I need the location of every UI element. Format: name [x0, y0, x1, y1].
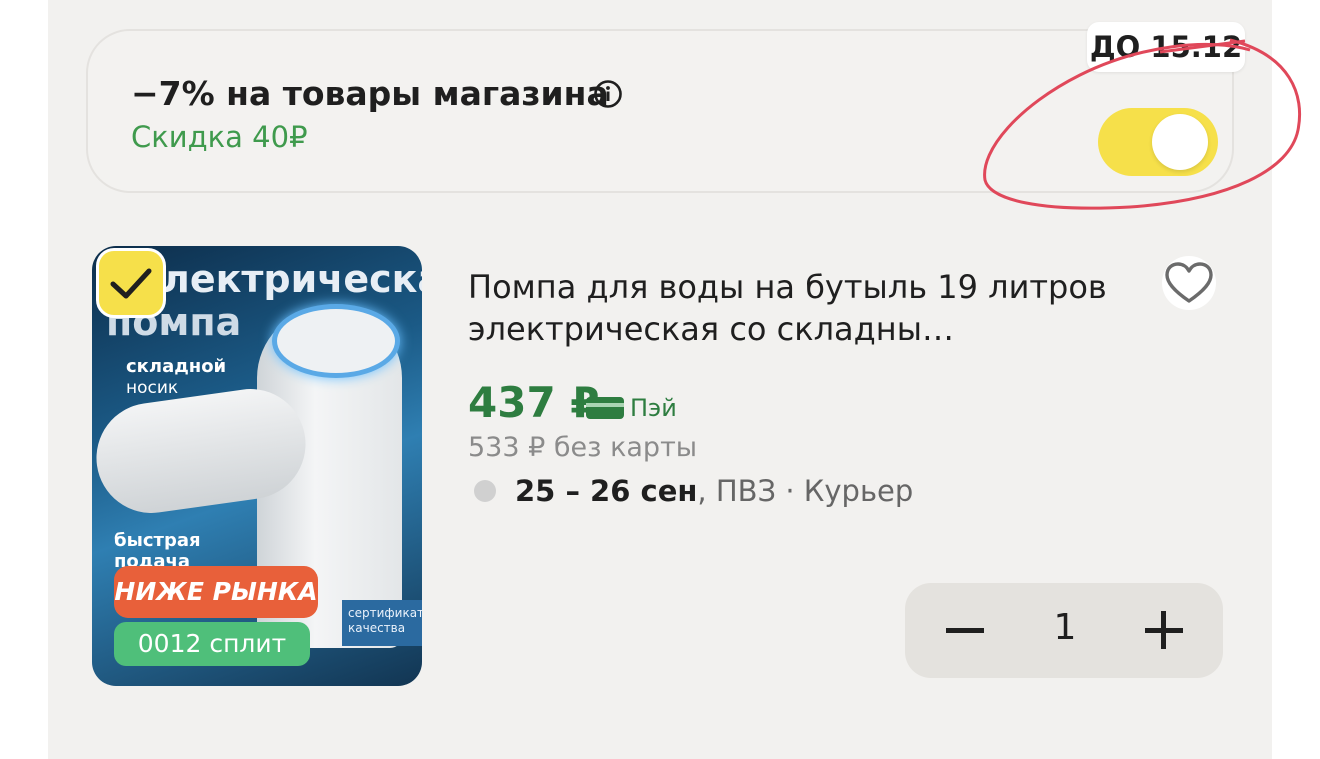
product-price: 437 ₽ — [468, 378, 600, 427]
promo-title: −7% на товары магазина — [131, 74, 609, 113]
certificate-label: сертификат качества — [342, 600, 422, 646]
delivery-status-dot — [474, 480, 496, 502]
promo-until-badge: ДО 15.12 — [1087, 22, 1245, 72]
minus-icon — [946, 628, 984, 633]
certificate-line-2: качества — [348, 621, 406, 635]
image-caption-folding: складной — [126, 356, 227, 377]
price-without-card: 533 ₽ без карты — [468, 432, 698, 463]
toggle-knob — [1152, 114, 1208, 170]
delivery-info: 25 – 26 сен, ПВЗ · Курьер — [515, 474, 913, 508]
image-caption-fast-1: быстрая — [114, 530, 201, 551]
below-market-badge: НИЖЕ РЫНКА — [114, 566, 318, 618]
card-icon — [586, 397, 624, 419]
pay-label: Пэй — [630, 394, 677, 422]
check-icon — [110, 268, 152, 299]
delivery-methods: , ПВЗ · Курьер — [697, 474, 914, 508]
delivery-dates: 25 – 26 сен — [515, 474, 698, 508]
image-caption-spout: носик — [126, 378, 179, 398]
promo-toggle[interactable] — [1098, 108, 1218, 176]
split-badge: 0012 сплит — [114, 622, 310, 666]
pump-top-graphic — [272, 304, 400, 378]
select-checkbox[interactable] — [96, 248, 166, 318]
heart-icon[interactable] — [1157, 255, 1221, 311]
plus-icon-vertical — [1161, 611, 1166, 649]
quantity-value: 1 — [1053, 607, 1077, 648]
product-title[interactable]: Помпа для воды на бутыль 19 литров элект… — [468, 266, 1128, 350]
info-icon[interactable] — [593, 79, 623, 109]
certificate-line-1: сертификат — [348, 606, 422, 620]
promo-discount: Скидка 40₽ — [131, 120, 308, 154]
